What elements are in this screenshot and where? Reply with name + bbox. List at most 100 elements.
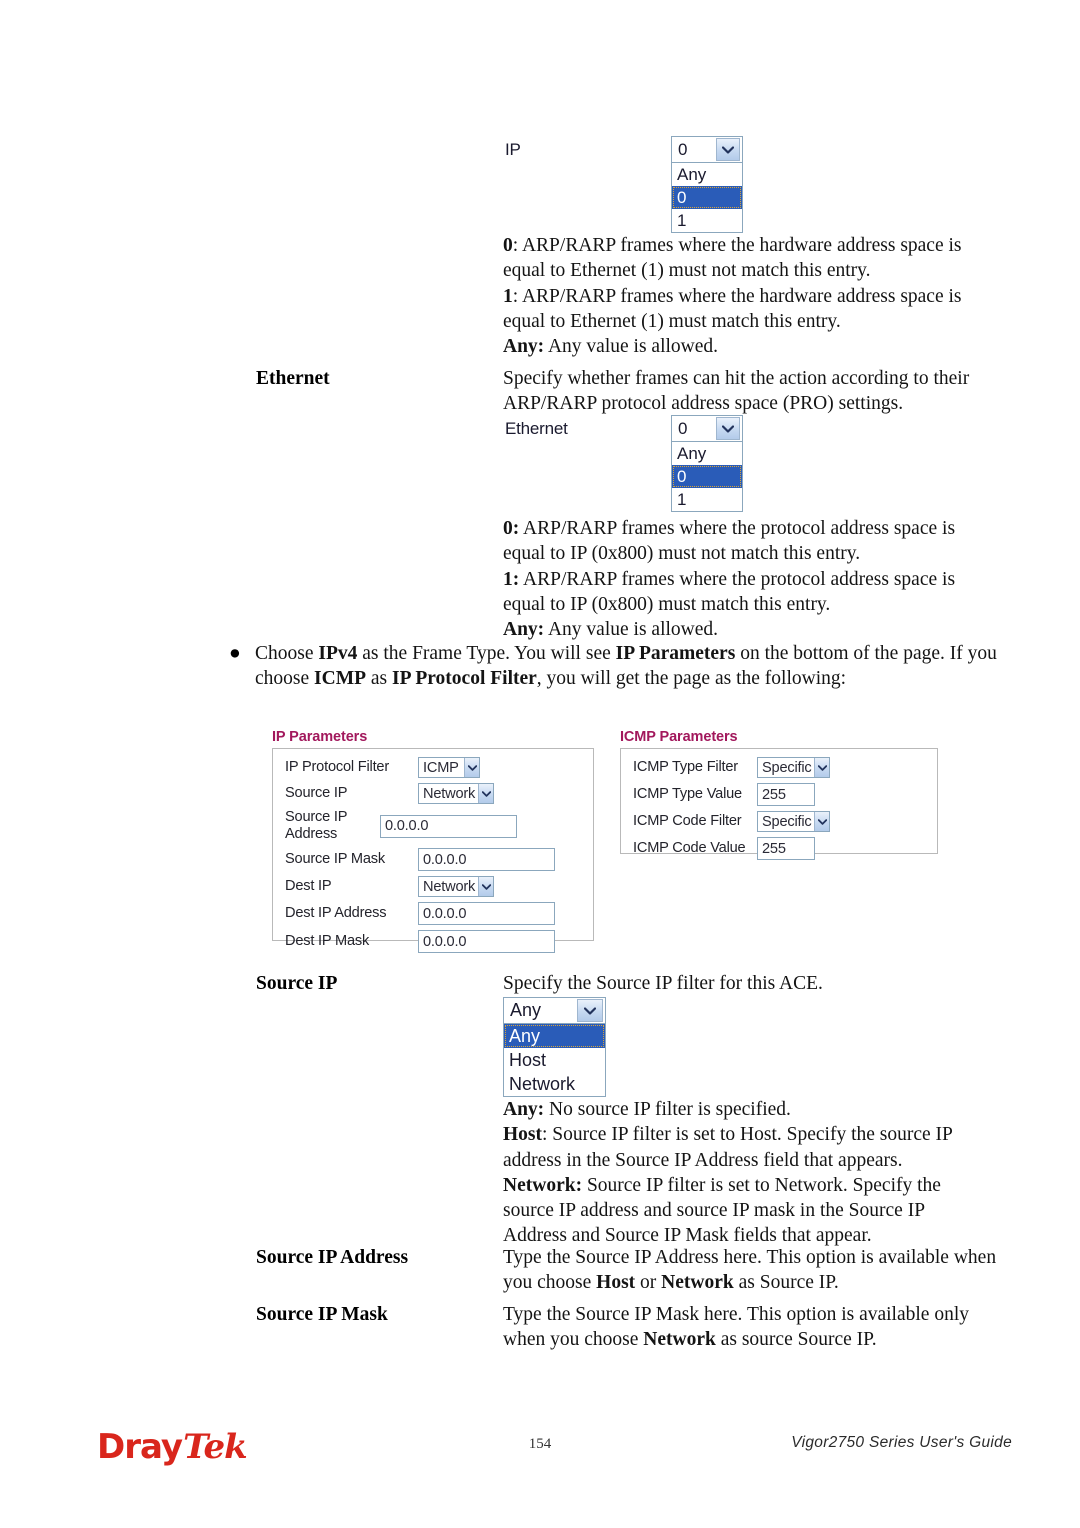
ip-desc-line-1: 1: ARP/RARP frames where the hardware ad… [503,284,1003,335]
select-ip-protocol-filter[interactable]: ICMP [418,757,480,778]
chevron-down-icon[interactable] [464,758,479,777]
input-icmp-code-value[interactable]: 255 [757,837,815,860]
form-row-icmp-code-filter: ICMP Code Filter Specific [633,811,927,832]
ethernet-term-label: Ethernet [256,368,330,389]
sipa-seg-2: or [635,1272,662,1294]
ip-desc-text-any: Any value is allowed. [544,336,719,358]
ethernet-description: Specify whether frames can hit the actio… [503,368,970,415]
sipm-seg-2: as source Source IP. [715,1329,877,1351]
ethernet-select-box[interactable]: 0 [671,415,743,442]
source-ip-mask-section-row: Source IP Mask Type the Source IP Mask h… [256,1302,1006,1353]
source-ip-address-section-row: Source IP Address Type the Source IP Add… [256,1245,1006,1296]
form-row-source-ip: Source IP Network [285,783,583,804]
source-ip-term-host: Host [503,1124,542,1146]
bullet-seg-5: , you will get the page as the following… [536,668,847,690]
source-ip-option-network[interactable]: Network [504,1072,605,1096]
form-row-ip-protocol-filter: IP Protocol Filter ICMP [285,757,583,778]
form-row-source-ip-address: Source IP Address 0.0.0.0 [285,809,583,843]
input-dest-ip-address[interactable]: 0.0.0.0 [418,902,555,925]
form-row-source-ip-mask: Source IP Mask 0.0.0.0 [285,848,583,871]
ethernet-desc-line-1: 1: ARP/RARP frames where the protocol ad… [503,567,993,618]
ip-select-value: 0 [678,139,688,159]
input-icmp-type-value[interactable]: 255 [757,783,815,806]
source-ip-mask-term-label: Source IP Mask [256,1304,388,1325]
value-dest-ip-mask: 0.0.0.0 [423,933,467,950]
ip-desc-text-1: : ARP/RARP frames where the hardware add… [503,285,962,332]
label-source-ip-address: Source IP Address [285,809,348,842]
ethernet-desc-line-any: Any: Any value is allowed. [503,617,993,642]
input-dest-ip-mask[interactable]: 0.0.0.0 [418,930,555,953]
select-source-ip[interactable]: Network [418,783,494,804]
ip-desc-line-0: 0: ARP/RARP frames where the hardware ad… [503,233,1003,284]
source-ip-select-box[interactable]: Any [503,997,606,1024]
ethernet-option-1[interactable]: 1 [672,488,742,511]
ip-option-0[interactable]: 0 [672,186,742,209]
source-ip-text-host: : Source IP filter is set to Host. Speci… [503,1124,953,1171]
label-ip-protocol-filter: IP Protocol Filter [285,759,390,775]
bullet-bold-ip-parameters: IP Parameters [615,643,736,664]
chevron-down-icon[interactable] [814,758,829,777]
sipm-bold-network: Network [643,1329,716,1351]
ip-option-1[interactable]: 1 [672,209,742,232]
ethernet-desc-text-0: ARP/RARP frames where the protocol addre… [503,518,956,565]
value-icmp-code-filter: Specific [762,813,812,830]
source-ip-text-any: No source IP filter is specified. [544,1099,791,1120]
label-dest-ip: Dest IP [285,878,332,894]
source-ip-address-term-label: Source IP Address [256,1247,409,1268]
ethernet-desc-term-1: 1: [503,568,520,590]
chevron-down-icon[interactable] [814,812,829,831]
source-ip-desc-network: Network: Source IP filter is set to Netw… [503,1173,983,1249]
icmp-parameters-panel: ICMP Parameters ICMP Type Filter Specifi… [620,729,938,860]
chevron-down-icon[interactable] [716,138,740,161]
ip-select-optionlist[interactable]: Any 0 1 [671,163,743,233]
bullet-seg-1: Choose [255,643,319,664]
source-ip-option-host[interactable]: Host [504,1048,605,1072]
input-source-ip-mask[interactable]: 0.0.0.0 [418,848,555,871]
ip-description-block: 0: ARP/RARP frames where the hardware ad… [503,233,1003,359]
chevron-down-icon[interactable] [577,999,603,1022]
ip-widget-label: IP [505,140,521,159]
sipa-bold-host: Host [596,1272,636,1294]
source-ip-select-optionlist[interactable]: Any Host Network [503,1024,606,1097]
ip-desc-term-0: 0 [503,235,513,256]
chevron-down-icon[interactable] [478,784,493,803]
bullet-bold-icmp: ICMP [314,668,367,690]
input-source-ip-address[interactable]: 0.0.0.0 [380,814,517,838]
chevron-down-icon[interactable] [716,417,740,440]
source-ip-option-any[interactable]: Any [504,1024,605,1048]
bullet-ipv4-frame-type: ● Choose IPv4 as the Frame Type. You wil… [215,641,1005,692]
value-ip-protocol-filter: ICMP [423,759,459,776]
select-dest-ip[interactable]: Network [418,876,494,897]
value-source-ip: Network [423,785,476,802]
ip-parameters-title: IP Parameters [272,729,368,745]
label-source-ip: Source IP [285,785,348,801]
form-row-dest-ip: Dest IP Network [285,876,583,897]
ip-desc-term-1: 1 [503,285,513,307]
ip-desc-line-any: Any: Any value is allowed. [503,334,1003,359]
ethernet-desc-term-0: 0: [503,518,520,539]
source-ip-option-descriptions: Any: No source IP filter is specified. H… [503,1097,983,1249]
ip-parameters-box: IP Protocol Filter ICMP Source IP Networ… [272,748,594,953]
ethernet-option-0[interactable]: 0 [672,465,742,488]
bullet-marker: ● [229,643,241,664]
ethernet-desc-text-1: ARP/RARP frames where the protocol addre… [503,568,956,615]
value-icmp-type-value: 255 [762,786,786,803]
bullet-bold-ip-protocol-filter: IP Protocol Filter [392,668,537,690]
ethernet-option-any[interactable]: Any [672,442,742,465]
ip-option-any[interactable]: Any [672,163,742,186]
sipa-seg-3: as Source IP. [733,1272,839,1294]
chevron-down-icon[interactable] [478,877,493,896]
ethernet-select-value: 0 [678,418,688,438]
source-ip-desc-host: Host: Source IP filter is set to Host. S… [503,1122,983,1173]
source-ip-select-value: Any [510,1000,542,1020]
ip-desc-text-0: : ARP/RARP frames where the hardware add… [503,235,962,282]
form-row-icmp-type-filter: ICMP Type Filter Specific [633,757,927,778]
ip-parameters-panel: IP Parameters IP Protocol Filter ICMP So… [272,729,594,953]
form-row-dest-ip-address: Dest IP Address 0.0.0.0 [285,902,583,925]
guide-title: Vigor2750 Series User's Guide [791,1434,1012,1451]
ethernet-select-optionlist[interactable]: Any 0 1 [671,442,743,512]
ip-select-box[interactable]: 0 [671,136,743,163]
bullet-bold-ipv4: IPv4 [318,643,358,664]
select-icmp-type-filter[interactable]: Specific [757,757,830,778]
select-icmp-code-filter[interactable]: Specific [757,811,830,832]
